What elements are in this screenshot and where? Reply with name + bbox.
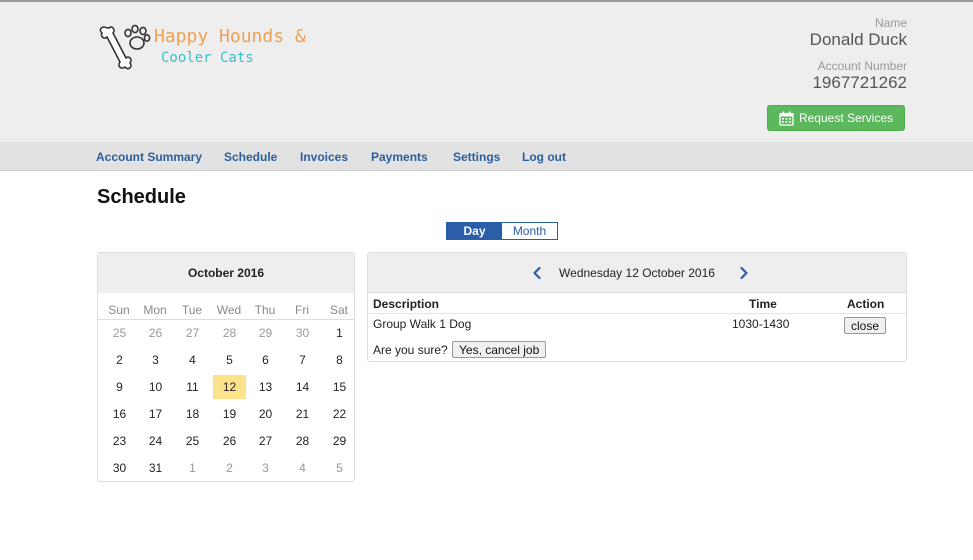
calendar-day[interactable]: 9	[103, 375, 136, 399]
schedule-date: Wednesday 12 October 2016	[368, 266, 906, 280]
brand-line-2: Cooler Cats	[161, 50, 254, 66]
calendar-day[interactable]: 18	[176, 402, 209, 426]
main-nav: Account Summary Schedule Invoices Paymen…	[0, 142, 973, 171]
calendar-day[interactable]: 26	[213, 429, 246, 453]
nav-invoices[interactable]: Invoices	[300, 150, 348, 164]
job-time: 1030-1430	[732, 317, 790, 331]
calendar-day[interactable]: 28	[286, 429, 319, 453]
day-view-button[interactable]: Day	[447, 223, 502, 239]
calendar-day[interactable]: 25	[103, 321, 136, 345]
confirm-cancel-job-button[interactable]: Yes, cancel job	[452, 341, 547, 358]
calendar-day[interactable]: 29	[323, 429, 354, 453]
brand-line-1: Happy Hounds &	[154, 26, 306, 47]
calendar-day[interactable]: 25	[176, 429, 209, 453]
calendar-day[interactable]: 16	[103, 402, 136, 426]
calendar-day[interactable]: 13	[249, 375, 282, 399]
calendar-day[interactable]: 19	[213, 402, 246, 426]
calendar-day[interactable]: 31	[139, 456, 172, 480]
calendar-day[interactable]: 2	[103, 348, 136, 372]
day-schedule-panel: Wednesday 12 October 2016 Description Ti…	[367, 252, 907, 362]
account-number-value: 1967721262	[812, 73, 907, 92]
calendar-day[interactable]: 27	[176, 321, 209, 345]
month-view-button[interactable]: Month	[502, 223, 557, 239]
schedule-date-header: Wednesday 12 October 2016	[368, 253, 906, 293]
calendar-day[interactable]: 1	[176, 456, 209, 480]
weekday-header: Mon	[143, 303, 167, 317]
calendar-day[interactable]: 23	[103, 429, 136, 453]
calendar-day-selected[interactable]: 12	[213, 375, 246, 399]
calendar-day[interactable]: 20	[249, 402, 282, 426]
request-services-label: Request Services	[798, 111, 894, 125]
calendar-day[interactable]: 27	[249, 429, 282, 453]
request-services-button[interactable]: Request Services	[767, 105, 905, 131]
col-action-header: Action	[847, 297, 885, 311]
calendar-day[interactable]: 28	[213, 321, 246, 345]
view-toggle: Day Month	[446, 222, 558, 240]
calendar-divider	[98, 319, 354, 320]
weekday-header: Sat	[329, 303, 348, 317]
brand-logo[interactable]: Happy Hounds & Cooler Cats	[98, 22, 306, 77]
calendar-day[interactable]: 7	[286, 348, 319, 372]
calendar-day[interactable]: 1	[323, 321, 354, 345]
nav-account-summary[interactable]: Account Summary	[96, 150, 202, 164]
calendar-day[interactable]: 10	[139, 375, 172, 399]
weekday-header: Thu	[254, 303, 276, 317]
col-description-header: Description	[373, 297, 440, 311]
calendar-day[interactable]: 4	[286, 456, 319, 480]
site-header: Happy Hounds & Cooler Cats Name Donald D…	[0, 0, 973, 142]
weekday-header: Wed	[216, 303, 242, 317]
account-number-label: Account Number	[817, 59, 907, 73]
chevron-right-icon[interactable]	[737, 265, 751, 281]
page-title: Schedule	[97, 186, 186, 208]
calendar-day[interactable]: 26	[139, 321, 172, 345]
calendar-day[interactable]: 17	[139, 402, 172, 426]
mini-calendar: October 2016 Sun Mon Tue Wed Thu Fri Sat 25 26 2…	[97, 252, 355, 482]
nav-payments[interactable]: Payments	[371, 150, 428, 164]
calendar-day[interactable]: 29	[249, 321, 282, 345]
calendar-day[interactable]: 5	[323, 456, 354, 480]
confirm-prompt: Are you sure?	[373, 343, 448, 357]
calendar-day[interactable]: 30	[103, 456, 136, 480]
job-description: Group Walk 1 Dog	[373, 317, 472, 331]
calendar-day[interactable]: 15	[323, 375, 354, 399]
calendar-day[interactable]: 8	[323, 348, 354, 372]
calendar-day[interactable]: 4	[176, 348, 209, 372]
close-job-button[interactable]: close	[844, 317, 887, 334]
calendar-month-label: October 2016	[98, 253, 354, 293]
bone-paw-icon	[99, 24, 151, 70]
calendar-day[interactable]: 5	[213, 348, 246, 372]
col-time-header: Time	[749, 297, 777, 311]
calendar-day[interactable]: 11	[176, 375, 209, 399]
nav-schedule[interactable]: Schedule	[224, 150, 277, 164]
calendar-day[interactable]: 14	[286, 375, 319, 399]
name-label: Name	[874, 16, 907, 30]
weekday-header: Sun	[108, 303, 130, 317]
schedule-date-day: Wednesday 12	[559, 266, 639, 280]
nav-settings[interactable]: Settings	[453, 150, 500, 164]
calendar-day[interactable]: 3	[139, 348, 172, 372]
table-header-divider	[368, 313, 906, 314]
weekday-header: Tue	[181, 303, 203, 317]
calendar-day[interactable]: 6	[249, 348, 282, 372]
calendar-day[interactable]: 21	[286, 402, 319, 426]
schedule-date-year: 2016	[688, 266, 715, 280]
calendar-icon	[779, 111, 794, 126]
calendar-day[interactable]: 24	[139, 429, 172, 453]
calendar-day[interactable]: 2	[213, 456, 246, 480]
calendar-day[interactable]: 22	[323, 402, 354, 426]
name-value: Donald Duck	[809, 30, 907, 49]
account-info: Name Donald Duck Account Number 19677212…	[707, 16, 907, 96]
schedule-date-month: October	[642, 266, 685, 280]
calendar-day[interactable]: 3	[249, 456, 282, 480]
calendar-day[interactable]: 30	[286, 321, 319, 345]
weekday-header: Fri	[295, 303, 309, 317]
nav-log-out[interactable]: Log out	[522, 150, 566, 164]
